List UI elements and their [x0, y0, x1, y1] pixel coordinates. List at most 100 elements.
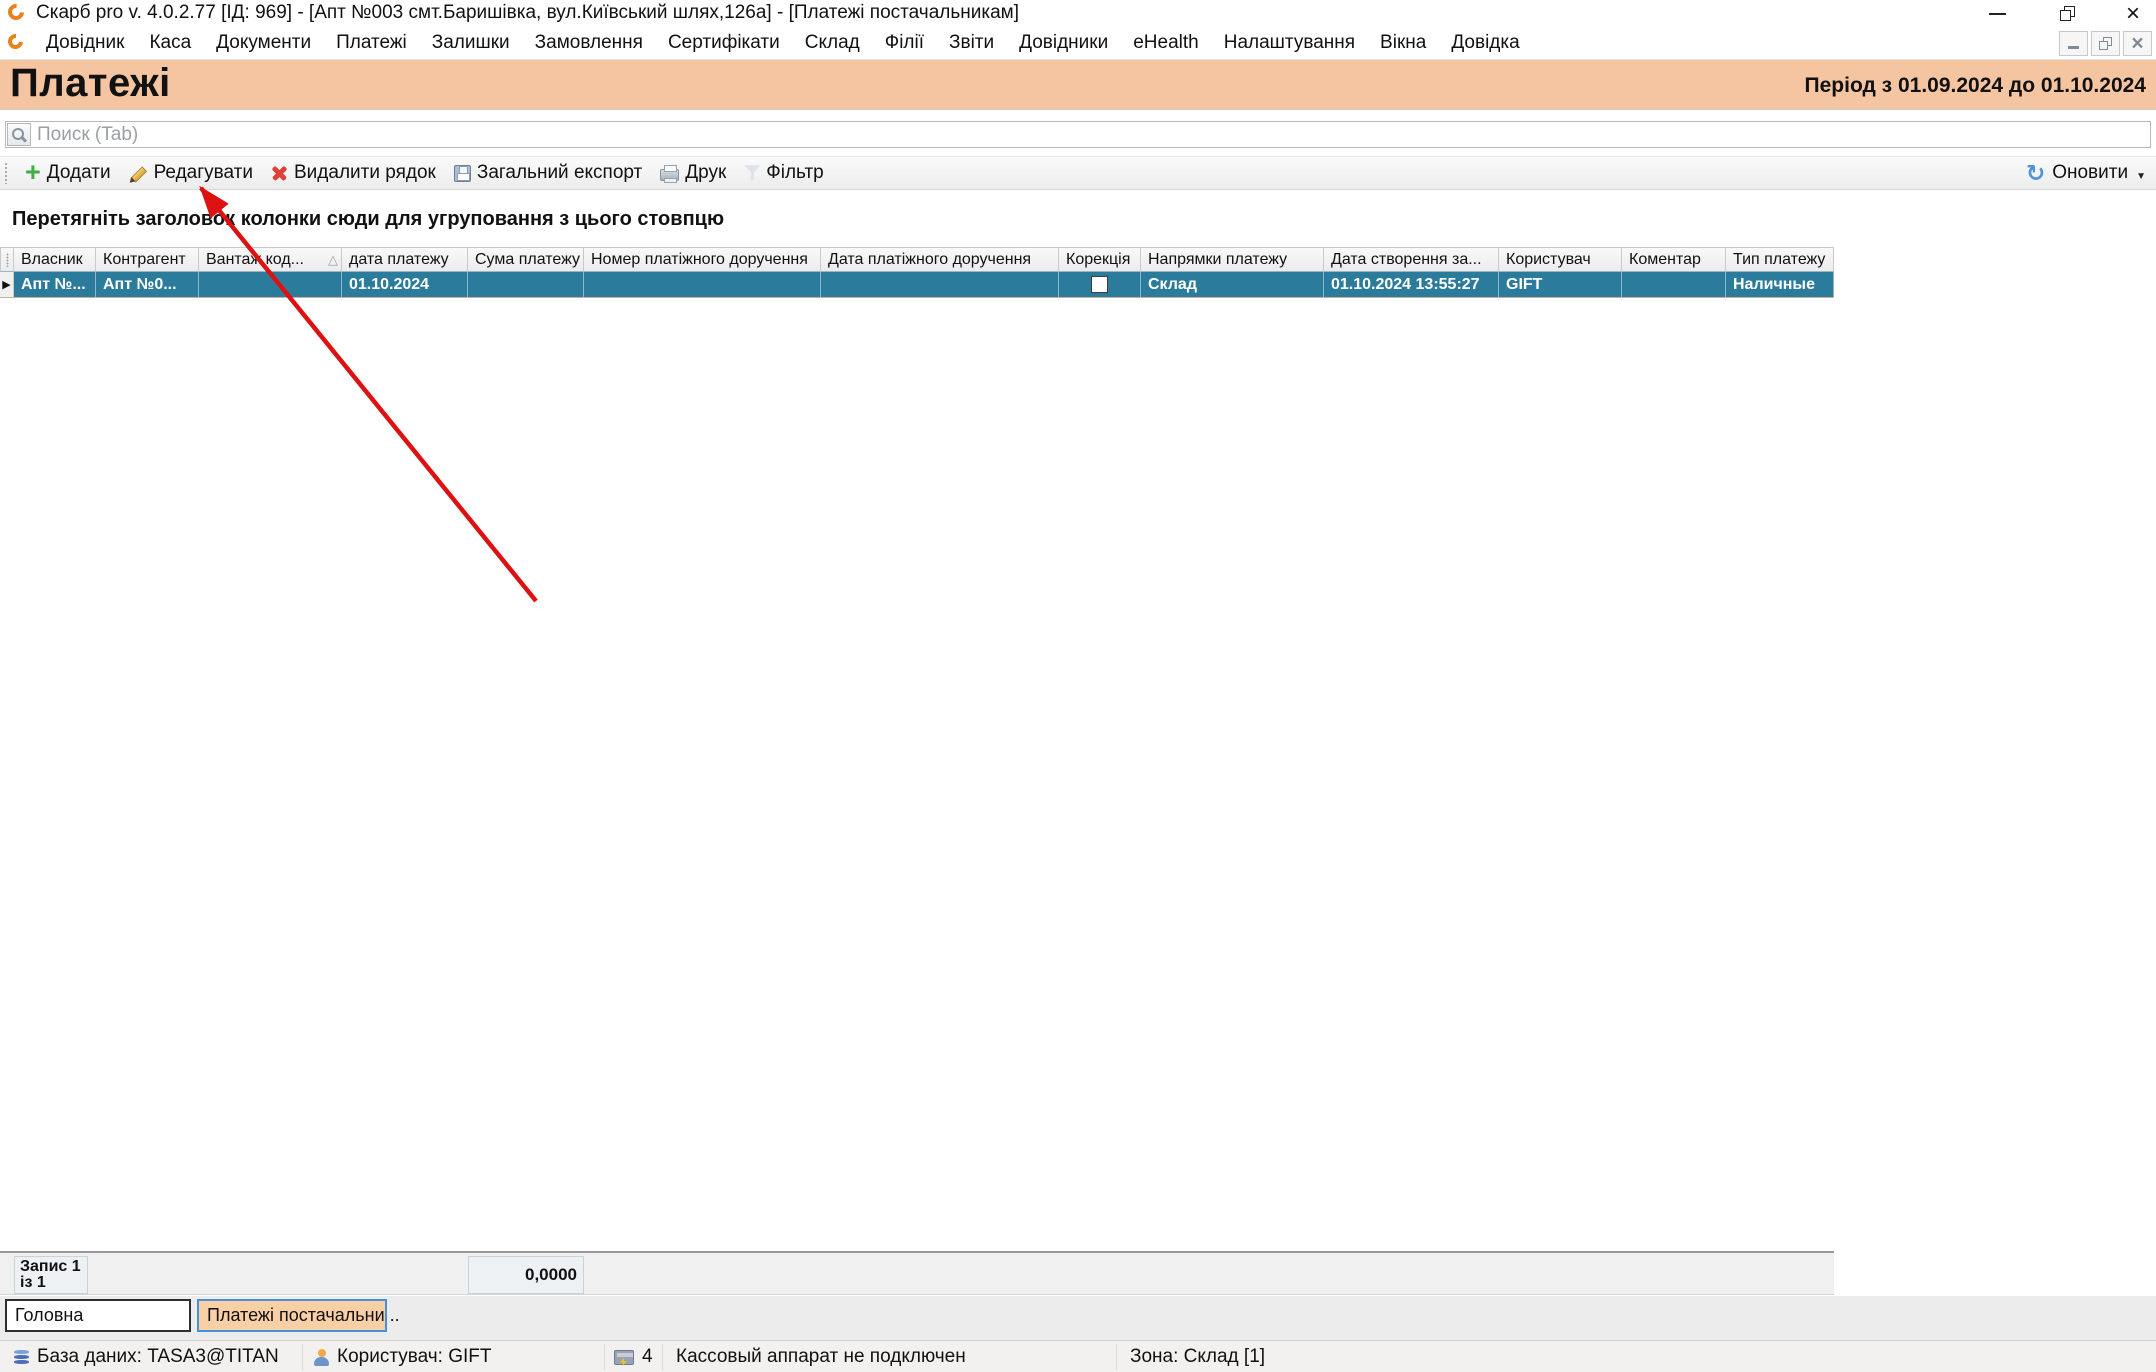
floppy-disk-icon [454, 165, 471, 182]
column-header-kontragent[interactable]: Контрагент [96, 247, 199, 272]
menu-zamovlennia[interactable]: Замовлення [535, 32, 643, 54]
status-bar: База даних: TASA3@TITAN Користувач: GIFT… [0, 1340, 2156, 1372]
column-header-komentar[interactable]: Коментар [1622, 247, 1726, 272]
menu-sklad[interactable]: Склад [805, 32, 860, 54]
search-icon [12, 128, 26, 142]
row-indicator-cell: ▶ [0, 272, 14, 297]
column-header-vantazh-kod[interactable]: Вантаж.код...△ [199, 247, 342, 272]
add-button[interactable]: + Додати [16, 158, 120, 188]
menu-dovidnyk[interactable]: Довідник [46, 32, 124, 54]
user-label: Користувач: GIFT [337, 1346, 492, 1368]
edit-button[interactable]: Редагувати [120, 158, 262, 188]
menu-ehealth[interactable]: eHealth [1133, 32, 1199, 54]
search-button[interactable] [7, 123, 31, 146]
delete-icon [271, 165, 288, 182]
column-header-data-stvorennia[interactable]: Дата створення за... [1324, 247, 1499, 272]
menu-dovidnyky[interactable]: Довідники [1019, 32, 1108, 54]
delete-button-label: Видалити рядок [294, 162, 436, 184]
delete-row-button[interactable]: Видалити рядок [262, 158, 445, 188]
toolbar: + Додати Редагувати Видалити рядок Загал… [0, 156, 2156, 190]
close-icon: × [2126, 4, 2140, 24]
plus-icon: + [25, 162, 41, 182]
filter-button[interactable]: Фільтр [735, 158, 832, 188]
minimize-icon [1989, 13, 2006, 15]
print-button-label: Друк [685, 162, 726, 184]
column-header-nomer-doruchennia[interactable]: Номер платіжного доручення [584, 247, 821, 272]
column-header-napriamky[interactable]: Напрямки платежу [1141, 247, 1324, 272]
mdi-child-logo-icon [5, 31, 26, 52]
window-close-button[interactable]: × [2110, 0, 2156, 27]
cell-vlasnyk: Апт №... [14, 272, 96, 297]
statusbar-separator [1116, 1344, 1117, 1370]
pencil-icon [129, 164, 148, 183]
menu-platezhi[interactable]: Платежі [336, 32, 407, 54]
group-by-hint[interactable]: Перетягніть заголовок колонки сюди для у… [0, 192, 2156, 246]
menu-kasa[interactable]: Каса [149, 32, 191, 54]
tab-platezhi-postachalnykam[interactable]: Платежі постачальни .. [197, 1299, 387, 1332]
menu-vikna[interactable]: Вікна [1380, 32, 1426, 54]
row-indicator-icon: ▶ [2, 278, 10, 291]
menu-filii[interactable]: Філії [885, 32, 924, 54]
column-header-vlasnyk[interactable]: Власник [14, 247, 96, 272]
statusbar-cash-status: Кассовый аппарат не подключен [676, 1341, 966, 1372]
search-input[interactable] [31, 123, 2150, 146]
statusbar-separator [302, 1344, 303, 1370]
restore-icon [2099, 37, 2112, 50]
cell-komentar [1622, 272, 1726, 297]
menu-dovidka[interactable]: Довідка [1451, 32, 1519, 54]
export-button[interactable]: Загальний експорт [445, 158, 651, 188]
table-header-row: Власник Контрагент Вантаж.код...△ дата п… [0, 247, 1834, 272]
statusbar-user: Користувач: GIFT [314, 1341, 492, 1372]
search-box [5, 121, 2151, 148]
cell-nomer-doruchennia [584, 272, 821, 297]
refresh-button-label: Оновити [2052, 162, 2128, 184]
chevron-down-icon[interactable]: ▼ [2136, 171, 2146, 182]
menu-sertyfikaty[interactable]: Сертифікати [668, 32, 780, 54]
title-bar: Скарб pro v. 4.0.2.77 [ІД: 969] - [Апт №… [0, 0, 2156, 27]
menu-dokumenty[interactable]: Документи [216, 32, 311, 54]
correction-checkbox[interactable] [1091, 276, 1108, 293]
user-icon [314, 1349, 329, 1366]
mdi-window-controls: × [2059, 31, 2152, 56]
menu-zvity[interactable]: Звіти [949, 32, 994, 54]
printer-icon [660, 169, 679, 181]
cell-kontragent: Апт №0... [96, 272, 199, 297]
cell-korystuvach: GIFT [1499, 272, 1622, 297]
column-header-korektsiia[interactable]: Корекція [1059, 247, 1141, 272]
toolbar-grip-handle[interactable] [4, 162, 8, 184]
mdi-close-button[interactable]: × [2123, 31, 2152, 56]
mdi-restore-button[interactable] [2091, 31, 2120, 56]
menu-zalyshky[interactable]: Залишки [432, 32, 510, 54]
window-minimize-button[interactable] [1974, 0, 2020, 27]
edit-button-label: Редагувати [154, 162, 253, 184]
column-header-suma-platezhu[interactable]: Сума платежу [468, 247, 584, 272]
database-label: База даних: TASA3@TITAN [37, 1346, 279, 1368]
app-logo-icon [5, 1, 28, 24]
cell-data-doruchennia [821, 272, 1059, 297]
column-header-korystuvach[interactable]: Користувач [1499, 247, 1622, 272]
tab-strip: Головна Платежі постачальни .. [0, 1296, 2156, 1340]
sum-total-box: 0,0000 [468, 1256, 584, 1294]
menu-nalashtuvannia[interactable]: Налаштування [1224, 32, 1355, 54]
app-window: Скарб pro v. 4.0.2.77 [ІД: 969] - [Апт №… [0, 0, 2156, 1372]
cell-suma-platezhu [468, 272, 584, 297]
column-header-typ-platezhu[interactable]: Тип платежу [1726, 247, 1834, 272]
refresh-button[interactable]: ↻ Оновити [2020, 162, 2134, 184]
menu-items: Довідник Каса Документи Платежі Залишки … [46, 27, 1520, 59]
tab-holovna[interactable]: Головна [5, 1299, 191, 1332]
filter-button-label: Фільтр [766, 162, 823, 184]
mdi-minimize-button[interactable] [2059, 31, 2088, 56]
column-header-data-platezhu[interactable]: дата платежу [342, 247, 468, 272]
window-title: Скарб pro v. 4.0.2.77 [ІД: 969] - [Апт №… [36, 0, 1019, 26]
cash-status-label: Кассовый аппарат не подключен [676, 1346, 966, 1368]
menu-bar: Довідник Каса Документи Платежі Залишки … [0, 27, 2156, 60]
table-row[interactable]: ▶ Апт №... Апт №0... 01.10.2024 Склад 01… [0, 272, 1834, 298]
database-icon [14, 1350, 29, 1364]
header-grip-cell[interactable] [0, 247, 14, 272]
print-button[interactable]: Друк [651, 158, 735, 188]
record-count-line1: Запис 1 [20, 1259, 82, 1275]
restore-icon [2060, 6, 2075, 21]
column-header-data-doruchennia[interactable]: Дата платіжного доручення [821, 247, 1059, 272]
device-count: 4 [642, 1346, 653, 1368]
window-restore-button[interactable] [2044, 0, 2090, 27]
